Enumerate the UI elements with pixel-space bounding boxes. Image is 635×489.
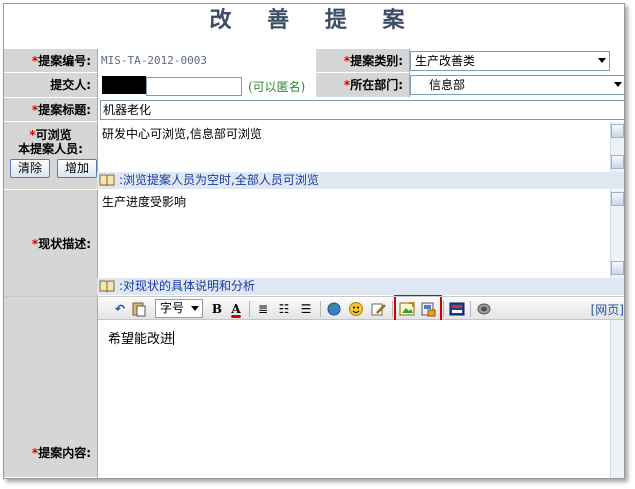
flash-icon[interactable] xyxy=(476,301,492,317)
subject-input[interactable]: 机器老化 xyxy=(100,100,624,120)
status-label: *现状描述: xyxy=(4,190,98,298)
media-glyph xyxy=(449,302,465,316)
anonymous-note: (可以匿名) xyxy=(248,80,306,94)
department-label: *所在部门: xyxy=(316,73,410,98)
clear-button[interactable]: 清除 xyxy=(10,159,50,178)
font-size-select[interactable]: 字号 xyxy=(155,299,203,318)
globe-link-icon[interactable] xyxy=(326,301,342,317)
emoticon-icon[interactable] xyxy=(348,301,364,317)
toolbar-separator xyxy=(249,301,250,317)
proposal-no-value: MIS-TA-2012-0003 xyxy=(98,49,316,73)
department-selected: 信息部 xyxy=(429,78,466,92)
submitter-label: 提交人: xyxy=(4,73,98,98)
submitter-name-redacted xyxy=(102,76,146,94)
chevron-down-icon xyxy=(614,82,622,87)
subject-label: *提案标题: xyxy=(4,98,98,122)
paste-icon[interactable] xyxy=(131,301,147,317)
status-hint-text: :对现状的具体说明和分析 xyxy=(119,279,256,293)
submitter-input[interactable] xyxy=(146,77,242,96)
align-left-icon[interactable]: ≣ xyxy=(255,301,271,317)
proposal-no-label: *提案编号: xyxy=(4,49,98,73)
proposal-type-label-text: 提案类别: xyxy=(350,54,403,68)
content-label-text: 提案内容: xyxy=(38,446,91,460)
highlight-box xyxy=(394,295,442,323)
viewers-textarea[interactable]: 研发中心可浏览,信息部可浏览 xyxy=(98,122,610,172)
paste-glyph xyxy=(132,302,146,317)
viewers-label-line1: 可浏览 xyxy=(35,128,72,142)
content-label: *提案内容: xyxy=(4,296,98,478)
toolbar-separator xyxy=(443,301,444,317)
globe-glyph xyxy=(327,302,341,316)
book-icon xyxy=(99,174,115,186)
submitter-cell: (可以匿名) xyxy=(98,73,316,98)
emoticon-glyph xyxy=(349,302,363,316)
flash-glyph xyxy=(477,303,491,315)
text-cursor xyxy=(173,331,175,345)
toolbar-separator xyxy=(320,301,321,317)
undo-icon[interactable]: ↶ xyxy=(112,301,128,317)
indent-icon[interactable]: ☰ xyxy=(298,301,314,317)
proposal-no-label-text: 提案编号: xyxy=(38,54,91,68)
viewers-label-line2: 本提案人员: xyxy=(18,142,83,156)
add-button[interactable]: 增加 xyxy=(57,159,97,178)
media-icon[interactable] xyxy=(449,301,465,317)
viewers-scrollbar[interactable] xyxy=(610,122,624,172)
viewers-label: *可浏览 本提案人员: xyxy=(4,122,98,190)
font-size-selected: 字号 xyxy=(160,301,185,315)
scroll-down-icon[interactable] xyxy=(611,261,624,275)
bold-icon[interactable]: B xyxy=(209,301,225,317)
submitter-label-text: 提交人: xyxy=(50,78,91,92)
status-label-text: 现状描述: xyxy=(38,237,91,251)
proposal-form-window: 改 善 提 案 *提案编号: MIS-TA-2012-0003 *提案类别: 生… xyxy=(3,3,625,479)
viewers-hint: :浏览提案人员为空时,全部人员可浏览 xyxy=(97,172,624,189)
webpage-mode-link[interactable]: [网页] xyxy=(591,301,624,318)
page-title: 改 善 提 案 xyxy=(209,7,419,33)
divider xyxy=(4,296,624,297)
status-hint: :对现状的具体说明和分析 xyxy=(97,278,624,295)
chevron-down-icon xyxy=(191,306,199,311)
font-color-icon[interactable]: A xyxy=(228,301,244,317)
chevron-down-icon xyxy=(598,58,606,63)
department-label-text: 所在部门: xyxy=(350,78,403,92)
toolbar-separator xyxy=(470,301,471,317)
scroll-up-icon[interactable] xyxy=(611,124,624,138)
scroll-up-icon[interactable] xyxy=(611,192,624,206)
content-editor[interactable]: 希望能改进 xyxy=(98,320,610,478)
toolbar-separator xyxy=(392,301,393,317)
department-select[interactable]: 信息部 xyxy=(410,75,624,95)
book-icon xyxy=(99,280,115,292)
edit-icon[interactable] xyxy=(370,301,386,317)
ordered-list-icon[interactable]: ☷ xyxy=(276,301,292,317)
subject-label-text: 提案标题: xyxy=(38,103,91,117)
scroll-down-icon[interactable] xyxy=(611,155,624,169)
proposal-type-selected: 生产改善类 xyxy=(415,54,476,68)
viewers-hint-text: :浏览提案人员为空时,全部人员可浏览 xyxy=(119,173,319,187)
content-scrollbar[interactable] xyxy=(610,320,624,478)
status-textarea[interactable]: 生产进度受影响 xyxy=(98,190,610,278)
proposal-type-label: *提案类别: xyxy=(316,49,410,73)
status-scrollbar[interactable] xyxy=(610,190,624,278)
editor-toolbar: ↶ 字号 B A ≣ ☷ ☰ [网页] xyxy=(98,298,624,320)
content-text: 希望能改进 xyxy=(108,332,174,347)
proposal-type-select[interactable]: 生产改善类 xyxy=(410,51,610,71)
edit-glyph xyxy=(371,303,386,316)
